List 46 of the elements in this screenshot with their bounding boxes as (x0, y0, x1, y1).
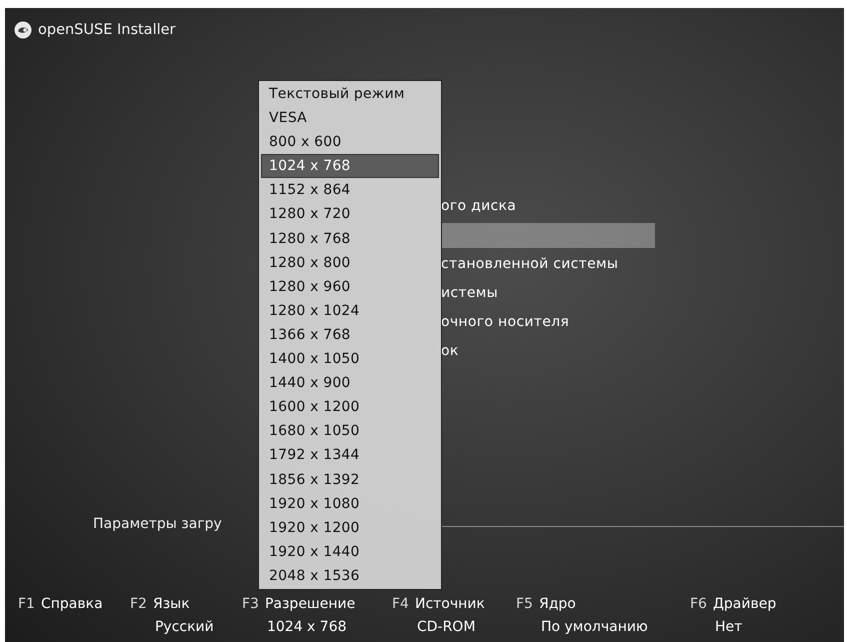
function-key[interactable]: F4 (392, 596, 409, 619)
resolution-option[interactable]: 1366 x 768 (261, 322, 439, 348)
resolution-option[interactable]: 1280 x 800 (261, 250, 439, 275)
boot-menu-item[interactable]: ок (441, 339, 655, 364)
resolution-option[interactable]: 1280 x 1024 (261, 298, 439, 323)
function-key-label: Язык (152, 596, 191, 614)
function-key-label: Источник (414, 596, 485, 614)
function-key-value: 1024 x 768 (266, 619, 348, 637)
function-key-value: Нет (714, 619, 744, 637)
resolution-option[interactable]: 1152 x 864 (261, 178, 439, 202)
resolution-option[interactable]: 1280 x 720 (261, 202, 439, 227)
resolution-option[interactable]: 1024 x 768 (261, 154, 439, 178)
resolution-option[interactable]: VESA (261, 106, 439, 130)
resolution-option[interactable]: 1920 x 1440 (261, 540, 439, 564)
resolution-option[interactable]: 1440 x 900 (261, 371, 439, 396)
resolution-option[interactable]: 2048 x 1536 (261, 564, 439, 588)
function-key[interactable]: F1 (18, 596, 35, 619)
resolution-option[interactable]: 1280 x 960 (261, 274, 439, 299)
function-key-label: Ядро (538, 596, 577, 614)
resolution-option[interactable]: 1680 x 1050 (261, 419, 439, 444)
boot-menu-item[interactable]: истемы (441, 281, 655, 306)
function-key[interactable]: F2 (130, 596, 147, 619)
resolution-option[interactable]: 1920 x 1080 (261, 492, 439, 516)
installer-title: openSUSE Installer (38, 22, 176, 38)
resolution-option[interactable]: 1920 x 1200 (261, 516, 439, 540)
resolution-option[interactable]: 1600 x 1200 (261, 395, 439, 420)
resolution-option[interactable]: 1792 x 1344 (261, 443, 439, 468)
function-key[interactable]: F6 (690, 596, 707, 619)
function-key-value: Русский (154, 619, 214, 637)
boot-menu-item[interactable]: ого диска (441, 194, 655, 219)
function-key-label: Драйвер (712, 596, 776, 614)
resolution-option[interactable]: 1400 x 1050 (261, 347, 439, 372)
resolution-option[interactable]: 1280 x 768 (261, 226, 439, 251)
boot-menu-item[interactable]: очного носителя (441, 310, 655, 335)
resolution-option[interactable]: 800 x 600 (261, 130, 439, 154)
function-key-label: Разрешение (264, 596, 356, 614)
resolution-option[interactable]: Текстовый режим (261, 82, 439, 106)
function-key[interactable]: F5 (516, 596, 533, 619)
boot-menu-item[interactable] (441, 223, 655, 248)
resolution-option[interactable]: 1856 x 1392 (261, 468, 439, 492)
function-key-value: По умолчанию (540, 619, 648, 637)
function-key[interactable]: F3 (242, 596, 259, 619)
boot-menu-item[interactable]: становленной системы (441, 252, 655, 277)
function-key-value: CD-ROM (416, 619, 476, 637)
boot-options-label: Параметры загру (93, 516, 222, 532)
function-key-label: Справка (40, 596, 103, 614)
